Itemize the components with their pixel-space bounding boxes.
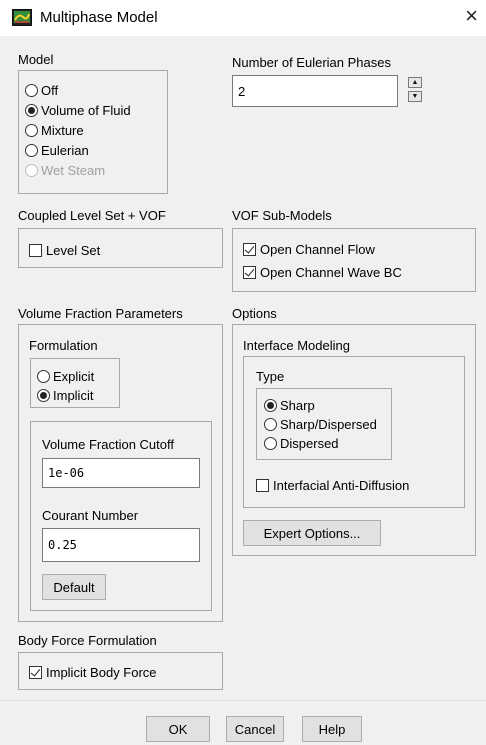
checkbox-label: Implicit Body Force — [46, 664, 157, 680]
options-group: Interface Modeling Type Sharp Sharp/Disp… — [232, 324, 476, 556]
model-option-wet-steam: Wet Steam — [25, 161, 105, 179]
option-label: Sharp/Dispersed — [280, 416, 377, 432]
implicit-body-force-checkbox[interactable]: Implicit Body Force — [29, 663, 157, 681]
vof-submodels-label: VOF Sub-Models — [232, 208, 332, 223]
close-icon[interactable]: × — [465, 5, 478, 27]
option-label: Dispersed — [280, 435, 339, 451]
vfp-group-label: Volume Fraction Parameters — [18, 306, 183, 321]
type-group: Sharp Sharp/Dispersed Dispersed — [256, 388, 392, 460]
radio-button[interactable] — [25, 123, 38, 137]
type-option-dispersed[interactable]: Dispersed — [264, 434, 339, 452]
radio-button — [25, 163, 38, 177]
title-bar: Multiphase Model × — [0, 0, 486, 36]
coupled-group: Level Set — [18, 228, 223, 268]
cancel-button[interactable]: Cancel — [226, 716, 284, 742]
model-group: Off Volume of Fluid Mixture Eulerian Wet… — [18, 70, 168, 194]
vfp-group: Formulation Explicit Implicit Volume Fra… — [18, 324, 223, 622]
spin-up-icon[interactable]: ▲ — [408, 77, 422, 88]
level-set-checkbox[interactable]: Level Set — [29, 241, 100, 259]
radio-button[interactable] — [264, 436, 277, 450]
body-force-label: Body Force Formulation — [18, 633, 157, 648]
phases-label: Number of Eulerian Phases — [232, 55, 391, 70]
vof-submodels-group: Open Channel Flow Open Channel Wave BC — [232, 228, 476, 292]
cutoff-label: Volume Fraction Cutoff — [42, 437, 174, 452]
options-group-label: Options — [232, 306, 277, 321]
coupled-group-label: Coupled Level Set + VOF — [18, 208, 166, 223]
option-label: Sharp — [280, 397, 315, 413]
option-label: Off — [41, 82, 59, 98]
checkbox-label: Interfacial Anti-Diffusion — [273, 477, 410, 493]
radio-button[interactable] — [25, 83, 38, 97]
formulation-option-implicit[interactable]: Implicit — [37, 386, 93, 404]
model-option-mixture[interactable]: Mixture — [25, 121, 84, 139]
radio-button[interactable] — [264, 417, 277, 431]
formulation-group: Explicit Implicit — [30, 358, 120, 408]
checkbox[interactable] — [29, 243, 42, 257]
checkbox[interactable] — [256, 478, 269, 492]
option-label: Mixture — [41, 122, 84, 138]
option-label: Wet Steam — [41, 162, 106, 178]
checkbox-label: Open Channel Wave BC — [260, 264, 402, 280]
model-option-eulerian[interactable]: Eulerian — [25, 141, 89, 159]
ansys-fluent-icon — [12, 9, 32, 26]
checkbox-label: Open Channel Flow — [260, 241, 375, 257]
option-label: Explicit — [53, 368, 95, 384]
formulation-option-explicit[interactable]: Explicit — [37, 367, 94, 385]
help-button[interactable]: Help — [302, 716, 362, 742]
checkbox[interactable] — [29, 665, 42, 679]
phases-input[interactable] — [232, 75, 398, 107]
courant-label: Courant Number — [42, 508, 139, 523]
interface-modeling-group: Type Sharp Sharp/Dispersed Dispersed Int… — [243, 356, 465, 508]
courant-input[interactable] — [42, 528, 200, 562]
radio-button[interactable] — [37, 388, 50, 402]
model-option-off[interactable]: Off — [25, 81, 58, 99]
expert-options-button[interactable]: Expert Options... — [243, 520, 381, 546]
type-label: Type — [256, 369, 285, 384]
checkbox[interactable] — [243, 242, 256, 256]
open-channel-flow-checkbox[interactable]: Open Channel Flow — [243, 240, 375, 258]
default-button[interactable]: Default — [42, 574, 106, 600]
open-channel-wave-bc-checkbox[interactable]: Open Channel Wave BC — [243, 263, 402, 281]
model-option-vof[interactable]: Volume of Fluid — [25, 101, 131, 119]
checkbox-label: Level Set — [46, 242, 101, 258]
type-option-sharp-dispersed[interactable]: Sharp/Dispersed — [264, 415, 377, 433]
window-title: Multiphase Model — [40, 9, 158, 26]
ok-button[interactable]: OK — [146, 716, 210, 742]
formulation-label: Formulation — [29, 338, 98, 353]
option-label: Implicit — [53, 387, 94, 403]
vfp-values-group: Volume Fraction Cutoff Courant Number De… — [30, 421, 212, 611]
cutoff-input[interactable] — [42, 458, 200, 488]
radio-button[interactable] — [37, 369, 50, 383]
radio-button[interactable] — [264, 398, 277, 412]
radio-button[interactable] — [25, 103, 38, 117]
checkbox[interactable] — [243, 265, 256, 279]
option-label: Eulerian — [41, 142, 89, 158]
body-force-group: Implicit Body Force — [18, 652, 223, 690]
radio-button[interactable] — [25, 143, 38, 157]
option-label: Volume of Fluid — [41, 102, 131, 118]
spin-down-icon[interactable]: ▼ — [408, 91, 422, 102]
type-option-sharp[interactable]: Sharp — [264, 396, 315, 414]
model-group-label: Model — [18, 52, 54, 67]
anti-diffusion-checkbox[interactable]: Interfacial Anti-Diffusion — [256, 476, 409, 494]
interface-modeling-label: Interface Modeling — [243, 338, 350, 353]
